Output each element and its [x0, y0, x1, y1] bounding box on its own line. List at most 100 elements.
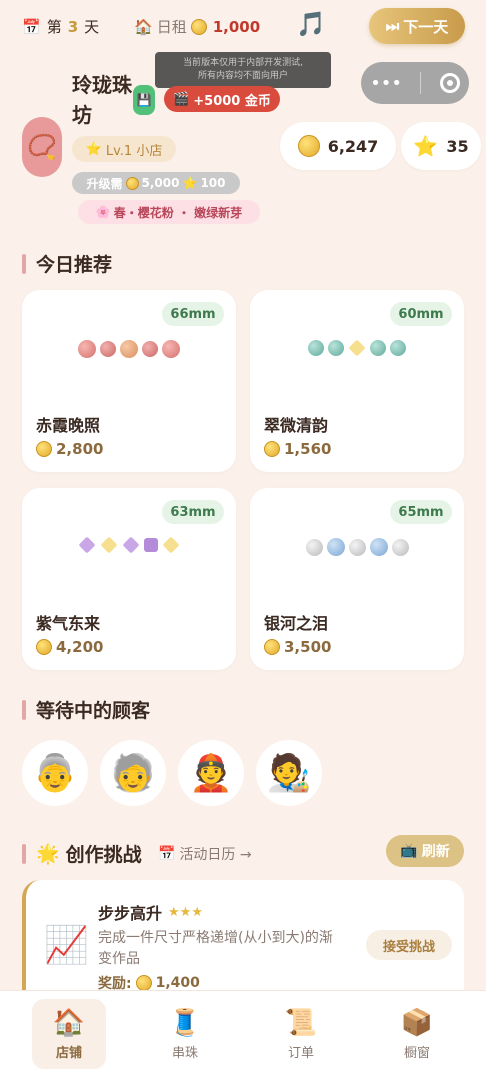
daily-rent: 🏠 日租 1,000	[134, 16, 260, 37]
nav-label: 橱窗	[403, 1045, 430, 1061]
scroll-icon: 📜	[284, 1007, 318, 1038]
tv-icon: 📺	[400, 843, 418, 859]
customer-avatar[interactable]: 🧑‍🎨	[256, 740, 322, 806]
next-day-label: 下一天	[403, 17, 449, 36]
product-price: 1,560	[264, 440, 331, 458]
rent-value: 1,000	[212, 17, 261, 36]
star-balance-value: 35	[446, 136, 469, 156]
princess-icon: 👲	[188, 753, 234, 794]
accept-challenge-button[interactable]: 接受挑战	[366, 930, 452, 960]
older-person-icon: 🧓	[110, 753, 156, 794]
close-circle-icon[interactable]	[439, 73, 460, 93]
fast-forward-icon: ⏭	[385, 17, 400, 35]
save-icon[interactable]: 💾	[133, 85, 155, 115]
next-day-button[interactable]: ⏭ 下一天	[369, 8, 465, 44]
shop-name: 玲珑珠坊	[72, 73, 132, 127]
challenge-description: 完成一件尺寸严格递增(从小到大)的渐变作品	[98, 930, 333, 967]
bead	[162, 536, 180, 554]
artist-icon: 🧑‍🎨	[266, 753, 312, 794]
upgrade-requirement: 升级需 5,000 ⭐ 100	[72, 172, 240, 194]
challenge-title-text: 创作挑战	[65, 844, 142, 866]
upgrade-prefix: 升级需	[86, 176, 123, 191]
older-woman-icon: 👵	[32, 753, 78, 794]
size-tag: 63mm	[162, 500, 224, 524]
capsule-divider	[420, 72, 422, 94]
coin-balance-value: 6,247	[327, 136, 379, 156]
dev-notice-line2: 所有内容均不面向用户	[197, 71, 288, 81]
product-card[interactable]: 66mm 赤霞晚照 2,800	[22, 290, 236, 472]
recommend-title-text: 今日推荐	[36, 254, 113, 276]
day-prefix: 第	[46, 18, 62, 36]
shop-avatar[interactable]: 📿	[22, 117, 62, 177]
bead	[326, 538, 345, 556]
coin-icon	[125, 176, 139, 190]
calendar-link-text: 活动日历 →	[179, 847, 252, 863]
house-icon: 🏠	[52, 1007, 86, 1038]
dev-notice-line1: 当前版本仅用于内部开发测试,	[183, 58, 303, 68]
size-tag: 66mm	[162, 302, 224, 326]
nav-item-showcase[interactable]: 📦 橱窗	[380, 999, 454, 1069]
glowing-star-icon: 🌟	[36, 843, 60, 865]
customer-avatar[interactable]: 👲	[178, 740, 244, 806]
day-counter: 📅 第 3 天	[22, 16, 99, 37]
product-name: 赤霞晚照	[36, 416, 101, 435]
star-icon: ⭐	[182, 176, 198, 190]
product-card[interactable]: 60mm 翠微清韵 1,560	[250, 290, 464, 472]
bead	[308, 340, 324, 356]
bead	[369, 538, 388, 556]
refresh-button[interactable]: 📺 刷新	[386, 835, 464, 867]
bead	[370, 340, 386, 356]
day-number: 3	[67, 17, 79, 36]
customer-avatar[interactable]: 👵	[22, 740, 88, 806]
bead-preview	[250, 538, 464, 556]
customers-section-title: 等待中的顾客	[22, 696, 150, 723]
challenge-name-text: 步步高升	[98, 904, 163, 923]
reward-value: 1,400	[155, 975, 200, 991]
activity-calendar-link[interactable]: 📅 活动日历 →	[158, 844, 252, 864]
product-name: 紫气东来	[36, 614, 101, 633]
bead	[391, 538, 409, 556]
coin-icon	[36, 441, 52, 457]
nav-label: 店铺	[55, 1045, 82, 1061]
bead	[100, 536, 118, 554]
reward-label: +5000 金币	[193, 93, 271, 109]
bead	[144, 538, 158, 552]
bead	[100, 341, 116, 357]
product-price-value: 1,560	[284, 440, 332, 458]
day-suffix: 天	[84, 18, 100, 36]
bottom-navigation: 🏠 店铺 🧵 串珠 📜 订单 📦 橱窗	[0, 990, 486, 1080]
more-icon[interactable]: •••	[370, 73, 402, 94]
star-icon: ⭐	[85, 141, 102, 157]
calendar-icon: 📅	[22, 17, 41, 36]
challenge-section-title: 🌟 创作挑战	[22, 840, 142, 867]
star-icon: ⭐	[413, 134, 439, 158]
customer-avatar[interactable]: 🧓	[100, 740, 166, 806]
miniprogram-capsule[interactable]: •••	[361, 62, 469, 104]
coin-balance: 6,247	[280, 122, 396, 170]
bead	[390, 340, 406, 356]
shop-level-badge: ⭐ Lv.1 小店	[72, 136, 176, 162]
product-card[interactable]: 65mm 银河之泪 3,500	[250, 488, 464, 670]
product-price-value: 3,500	[284, 638, 332, 656]
season-badge: 🌸 春・樱花粉 ・ 嫩绿新芽	[78, 200, 260, 224]
nav-item-shop[interactable]: 🏠 店铺	[32, 999, 106, 1069]
section-bar	[22, 843, 26, 864]
nav-item-beading[interactable]: 🧵 串珠	[148, 999, 222, 1069]
section-bar	[22, 253, 26, 274]
bead	[142, 341, 158, 357]
bead	[162, 340, 180, 358]
music-icon[interactable]: 🎵	[296, 10, 326, 38]
recommend-section-title: 今日推荐	[22, 250, 112, 277]
section-bar	[22, 699, 26, 720]
bead	[305, 538, 323, 556]
difficulty-stars: ★★★	[168, 904, 203, 920]
product-card[interactable]: 63mm 紫气东来 4,200	[22, 488, 236, 670]
product-price: 2,800	[36, 440, 103, 458]
reward-coins-button[interactable]: 🎬 +5000 金币	[164, 86, 280, 112]
nav-item-orders[interactable]: 📜 订单	[264, 999, 338, 1069]
dev-notice-tooltip: 当前版本仅用于内部开发测试, 所有内容均不面向用户	[155, 52, 331, 88]
clapper-icon: 🎬	[173, 91, 190, 107]
nav-label: 串珠	[171, 1045, 198, 1061]
upgrade-coins: 5,000	[141, 176, 180, 190]
product-price: 4,200	[36, 638, 103, 656]
